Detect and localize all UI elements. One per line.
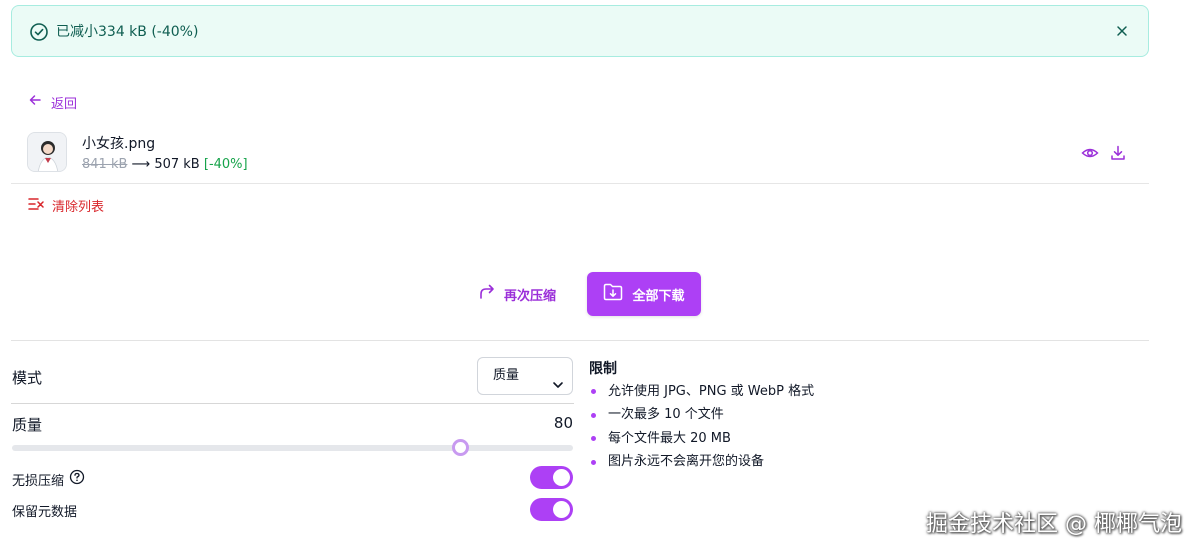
keep-metadata-option: 保留元数据 xyxy=(12,501,77,520)
back-link[interactable]: 返回 xyxy=(28,92,77,112)
reduction-percent: [-40%] xyxy=(203,157,248,172)
success-alert: 已减小334 kB (-40%) xyxy=(11,5,1149,57)
close-icon[interactable] xyxy=(1114,23,1130,39)
lossless-option: 无损压缩 xyxy=(12,469,85,489)
keep-metadata-toggle[interactable] xyxy=(530,498,573,521)
quality-slider[interactable] xyxy=(12,445,573,451)
section-divider xyxy=(11,340,1149,341)
lossless-toggle[interactable] xyxy=(530,466,573,489)
list-item: 图片永远不会离开您的设备 xyxy=(591,451,814,475)
clear-list-icon xyxy=(28,197,44,215)
list-item: 允许使用 JPG、PNG 或 WebP 格式 xyxy=(591,380,814,404)
back-label: 返回 xyxy=(51,96,78,112)
image-thumbnail xyxy=(27,132,67,172)
mode-select[interactable]: 质量 xyxy=(477,357,573,395)
mode-select-value: 质量 xyxy=(493,368,520,383)
redo-icon xyxy=(478,283,496,305)
download-all-button[interactable]: 全部下载 xyxy=(587,272,701,316)
limits-list: 允许使用 JPG、PNG 或 WebP 格式 一次最多 10 个文件 每个文件最… xyxy=(591,380,814,474)
mode-divider xyxy=(11,403,574,404)
original-size: 841 kB xyxy=(82,157,128,172)
recompress-button[interactable]: 再次压缩 xyxy=(478,283,556,305)
mode-label: 模式 xyxy=(12,369,43,387)
new-size: 507 kB xyxy=(154,157,200,172)
help-circle-icon[interactable] xyxy=(69,469,85,489)
limits-title: 限制 xyxy=(589,361,617,377)
folder-download-icon xyxy=(603,283,623,305)
clear-list-button[interactable]: 清除列表 xyxy=(28,196,104,215)
list-item: 每个文件最大 20 MB xyxy=(591,427,814,451)
chevron-down-icon xyxy=(552,370,564,388)
check-circle-icon xyxy=(29,22,49,42)
download-icon[interactable] xyxy=(1109,144,1127,162)
recompress-label: 再次压缩 xyxy=(504,288,557,304)
arrow-left-icon xyxy=(28,93,42,111)
keep-metadata-label: 保留元数据 xyxy=(12,505,78,520)
eye-icon[interactable] xyxy=(1081,144,1099,162)
file-size-info: 841 kB ⟶ 507 kB [-40%] xyxy=(82,157,248,172)
watermark: 掘金技术社区 @ 椰椰气泡 xyxy=(926,512,1182,537)
file-name: 小女孩.png xyxy=(82,136,156,152)
lossless-label: 无损压缩 xyxy=(12,473,65,489)
file-row: 小女孩.png 841 kB ⟶ 507 kB [-40%] xyxy=(11,124,1149,184)
list-item: 一次最多 10 个文件 xyxy=(591,404,814,428)
size-arrow: ⟶ xyxy=(131,157,151,172)
clear-list-label: 清除列表 xyxy=(52,200,105,215)
download-all-label: 全部下载 xyxy=(632,288,685,304)
alert-message: 已减小334 kB (-40%) xyxy=(56,24,199,40)
quality-label: 质量 xyxy=(12,416,43,434)
quality-slider-thumb[interactable] xyxy=(452,439,470,456)
quality-value: 80 xyxy=(553,414,573,432)
